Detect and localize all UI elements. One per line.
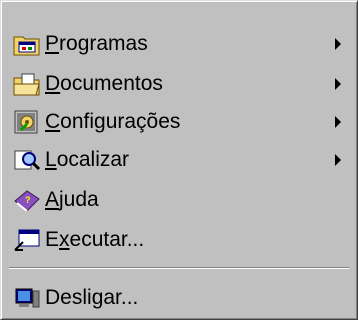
menu-item-label: Ajuda	[45, 188, 99, 211]
settings-icon	[13, 108, 41, 136]
menu-item-ajuda[interactable]: ? Ajuda	[9, 183, 349, 217]
menu-item-label: Desligar...	[45, 286, 139, 309]
svg-text:?: ?	[25, 195, 31, 205]
menu-item-label: Programas	[45, 32, 148, 55]
menu-item-documentos[interactable]: Documentos	[9, 67, 349, 101]
menu-item-desligar[interactable]: Desligar...	[9, 281, 349, 315]
submenu-arrow-icon	[335, 154, 341, 166]
menu-item-executar[interactable]: Executar...	[9, 223, 349, 257]
menu-item-localizar[interactable]: Localizar	[9, 143, 349, 177]
submenu-arrow-icon	[335, 78, 341, 90]
start-menu: Programas Documentos Configurações Local…	[0, 0, 358, 320]
documents-folder-icon	[13, 70, 41, 98]
menu-item-label: Executar...	[45, 228, 145, 251]
shutdown-icon	[13, 284, 41, 312]
menu-item-label: Documentos	[45, 72, 163, 95]
menu-separator	[9, 267, 349, 269]
menu-item-label: Localizar	[45, 148, 130, 171]
menu-item-label: Configurações	[45, 110, 181, 133]
menu-item-programas[interactable]: Programas	[9, 27, 349, 61]
menu-item-configuracoes[interactable]: Configurações	[9, 105, 349, 139]
programs-folder-icon	[13, 30, 41, 58]
submenu-arrow-icon	[335, 38, 341, 50]
run-icon	[13, 226, 41, 254]
search-icon	[13, 146, 41, 174]
help-book-icon: ?	[13, 186, 41, 214]
submenu-arrow-icon	[335, 116, 341, 128]
